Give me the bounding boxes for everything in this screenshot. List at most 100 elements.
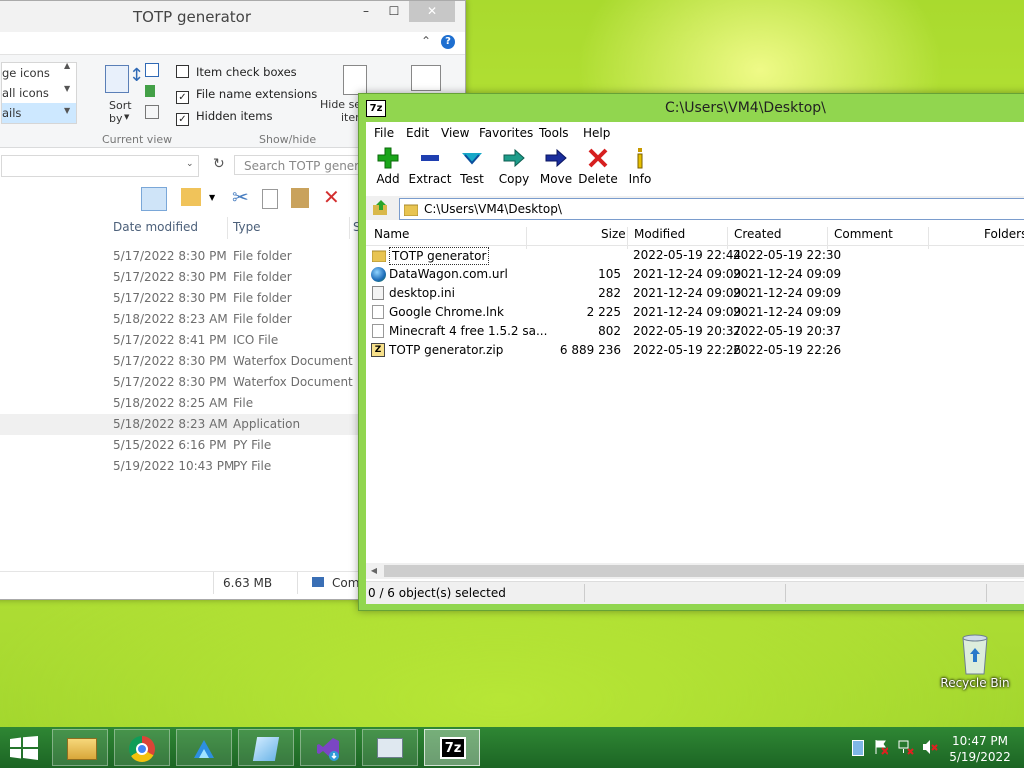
- hide-selected-label[interactable]: Hide se: [320, 98, 361, 111]
- ribbon-collapse-icon[interactable]: ⌃: [421, 34, 431, 48]
- item-check-boxes-box[interactable]: [176, 65, 189, 78]
- taskbar-task-manager[interactable]: [362, 729, 418, 766]
- taskbar-notepad[interactable]: [238, 729, 294, 766]
- recycle-bin[interactable]: Recycle Bin: [940, 632, 1010, 690]
- layout-scroll-down-icon[interactable]: ▼: [64, 84, 70, 93]
- properties-dropdown-icon[interactable]: ▼: [209, 193, 215, 202]
- menu-favorites[interactable]: Favorites: [479, 126, 533, 140]
- info-icon: [618, 146, 662, 170]
- delete-button[interactable]: Delete: [576, 146, 620, 190]
- notepad-icon: [252, 737, 280, 761]
- test-button[interactable]: Test: [450, 146, 494, 190]
- add-button[interactable]: Add: [366, 146, 410, 190]
- copy-button[interactable]: Copy: [492, 146, 536, 190]
- list-item[interactable]: desktop.ini 282 2021-12-24 09:09 2021-12…: [366, 284, 1024, 303]
- explorer-address-bar[interactable]: ⌄: [1, 155, 199, 177]
- file-name-extensions-box[interactable]: ✓: [176, 91, 189, 104]
- show-hide-group-label: Show/hide: [259, 133, 317, 146]
- delete-icon: [576, 146, 620, 170]
- help-icon[interactable]: ?: [441, 35, 455, 49]
- list-item[interactable]: TOTP generator 2022-05-19 22:44 2022-05-…: [366, 246, 1024, 265]
- taskbar-visual-studio-installer[interactable]: [300, 729, 356, 766]
- computer-icon: [312, 577, 324, 587]
- hidden-items-box[interactable]: ✓: [176, 113, 189, 126]
- windows-start-icon[interactable]: [10, 736, 38, 760]
- list-item[interactable]: Z TOTP generator.zip 6 889 236 2022-05-1…: [366, 341, 1024, 360]
- layout-more-icon[interactable]: ▼: [64, 106, 70, 115]
- sevenzip-path-input[interactable]: C:\Users\VM4\Desktop\: [399, 198, 1024, 220]
- list-item[interactable]: DataWagon.com.url 105 2021-12-24 09:09 2…: [366, 265, 1024, 284]
- item-created: 2022-05-19 22:26: [733, 343, 842, 357]
- explorer-close-button[interactable]: ✕: [409, 1, 455, 22]
- address-dropdown-icon[interactable]: ⌄: [186, 159, 194, 169]
- explorer-minimize-button[interactable]: –: [353, 1, 379, 22]
- paste-icon[interactable]: [291, 188, 309, 208]
- col-modified[interactable]: Modified: [634, 227, 685, 241]
- hide-selected-icon[interactable]: [343, 65, 367, 95]
- col-size[interactable]: Size: [601, 227, 626, 241]
- row-date: 5/17/2022 8:30 PM: [113, 249, 227, 263]
- item-modified: 2021-12-24 09:09: [633, 305, 742, 319]
- sevenzip-status-bar: 0 / 6 object(s) selected: [366, 581, 1024, 604]
- menu-edit[interactable]: Edit: [406, 126, 429, 140]
- row-type: PY File: [233, 438, 272, 452]
- action-center-flag-icon[interactable]: [874, 739, 889, 755]
- show-hidden-icons-icon[interactable]: [852, 740, 864, 756]
- taskbar-clock[interactable]: 10:47 PM 5/19/2022: [940, 733, 1020, 765]
- up-folder-icon[interactable]: [372, 199, 390, 217]
- list-item[interactable]: Google Chrome.lnk 2 225 2021-12-24 09:09…: [366, 303, 1024, 322]
- cut-icon[interactable]: ✂: [232, 185, 249, 209]
- item-check-boxes-checkbox[interactable]: Item check boxes: [176, 65, 297, 79]
- col-comment[interactable]: Comment: [834, 227, 893, 241]
- taskbar-chrome[interactable]: [114, 729, 170, 766]
- move-button[interactable]: Move: [534, 146, 578, 190]
- explorer-titlebar[interactable]: TOTP generator – ☐ ✕: [0, 1, 465, 32]
- sevenzip-titlebar[interactable]: 7z C:\Users\VM4\Desktop\: [359, 94, 1024, 122]
- row-date: 5/17/2022 8:30 PM: [113, 270, 227, 284]
- menu-file[interactable]: File: [374, 126, 394, 140]
- sevenzip-column-header: Name Size Modified Created Comment Folde…: [366, 223, 1024, 249]
- menu-help[interactable]: Help: [583, 126, 610, 140]
- visual-studio-icon: [315, 736, 341, 762]
- add-icon: [366, 146, 410, 170]
- taskbar-file-explorer[interactable]: [52, 729, 108, 766]
- menu-tools[interactable]: Tools: [539, 126, 569, 140]
- file-name-extensions-checkbox[interactable]: ✓ File name extensions: [176, 87, 317, 104]
- taskbar-7-zip[interactable]: 7z: [424, 729, 480, 766]
- taskbar-waterfox[interactable]: [176, 729, 232, 766]
- col-folders[interactable]: Folders: [984, 227, 1024, 241]
- copy-icon[interactable]: [262, 189, 278, 209]
- view-pane-icon[interactable]: [141, 187, 167, 211]
- sort-dropdown-icon[interactable]: ▼: [124, 113, 129, 121]
- extract-label: Extract: [408, 172, 452, 186]
- extract-button[interactable]: Extract: [408, 146, 452, 190]
- col-name[interactable]: Name: [374, 227, 409, 241]
- sevenzip-window: 7z C:\Users\VM4\Desktop\ File Edit View …: [358, 93, 1024, 611]
- list-item[interactable]: Minecraft 4 free 1.5.2 sa... 802 2022-05…: [366, 322, 1024, 341]
- properties-icon[interactable]: [181, 188, 201, 206]
- horizontal-scrollbar[interactable]: ◀: [366, 563, 1024, 579]
- refresh-icon[interactable]: ↻: [213, 156, 225, 172]
- explorer-maximize-button[interactable]: ☐: [381, 1, 407, 22]
- delete-icon[interactable]: ✕: [323, 185, 340, 209]
- sort-label[interactable]: Sort: [109, 99, 132, 112]
- col-type[interactable]: Type: [233, 220, 261, 234]
- sort-by-icon[interactable]: [105, 65, 129, 93]
- hidden-items-checkbox[interactable]: ✓ Hidden items: [176, 109, 272, 126]
- group-by-icon[interactable]: [145, 63, 159, 77]
- col-created[interactable]: Created: [734, 227, 782, 241]
- scroll-left-icon[interactable]: ◀: [366, 563, 382, 579]
- col-date-modified[interactable]: Date modified: [113, 220, 198, 234]
- scrollbar-thumb[interactable]: [384, 565, 1024, 577]
- layout-scroll-up-icon[interactable]: ▲: [64, 61, 70, 70]
- menu-view[interactable]: View: [441, 126, 469, 140]
- network-icon[interactable]: [898, 739, 914, 755]
- info-button[interactable]: Info: [618, 146, 662, 190]
- size-columns-icon[interactable]: [145, 105, 159, 119]
- volume-muted-icon[interactable]: [922, 739, 938, 755]
- sevenzip-app-icon[interactable]: 7z: [366, 100, 386, 117]
- options-icon[interactable]: [411, 65, 441, 91]
- add-columns-icon[interactable]: [145, 85, 155, 97]
- sort-by-label[interactable]: by: [109, 112, 123, 125]
- status-size: 6.63 MB: [223, 576, 273, 590]
